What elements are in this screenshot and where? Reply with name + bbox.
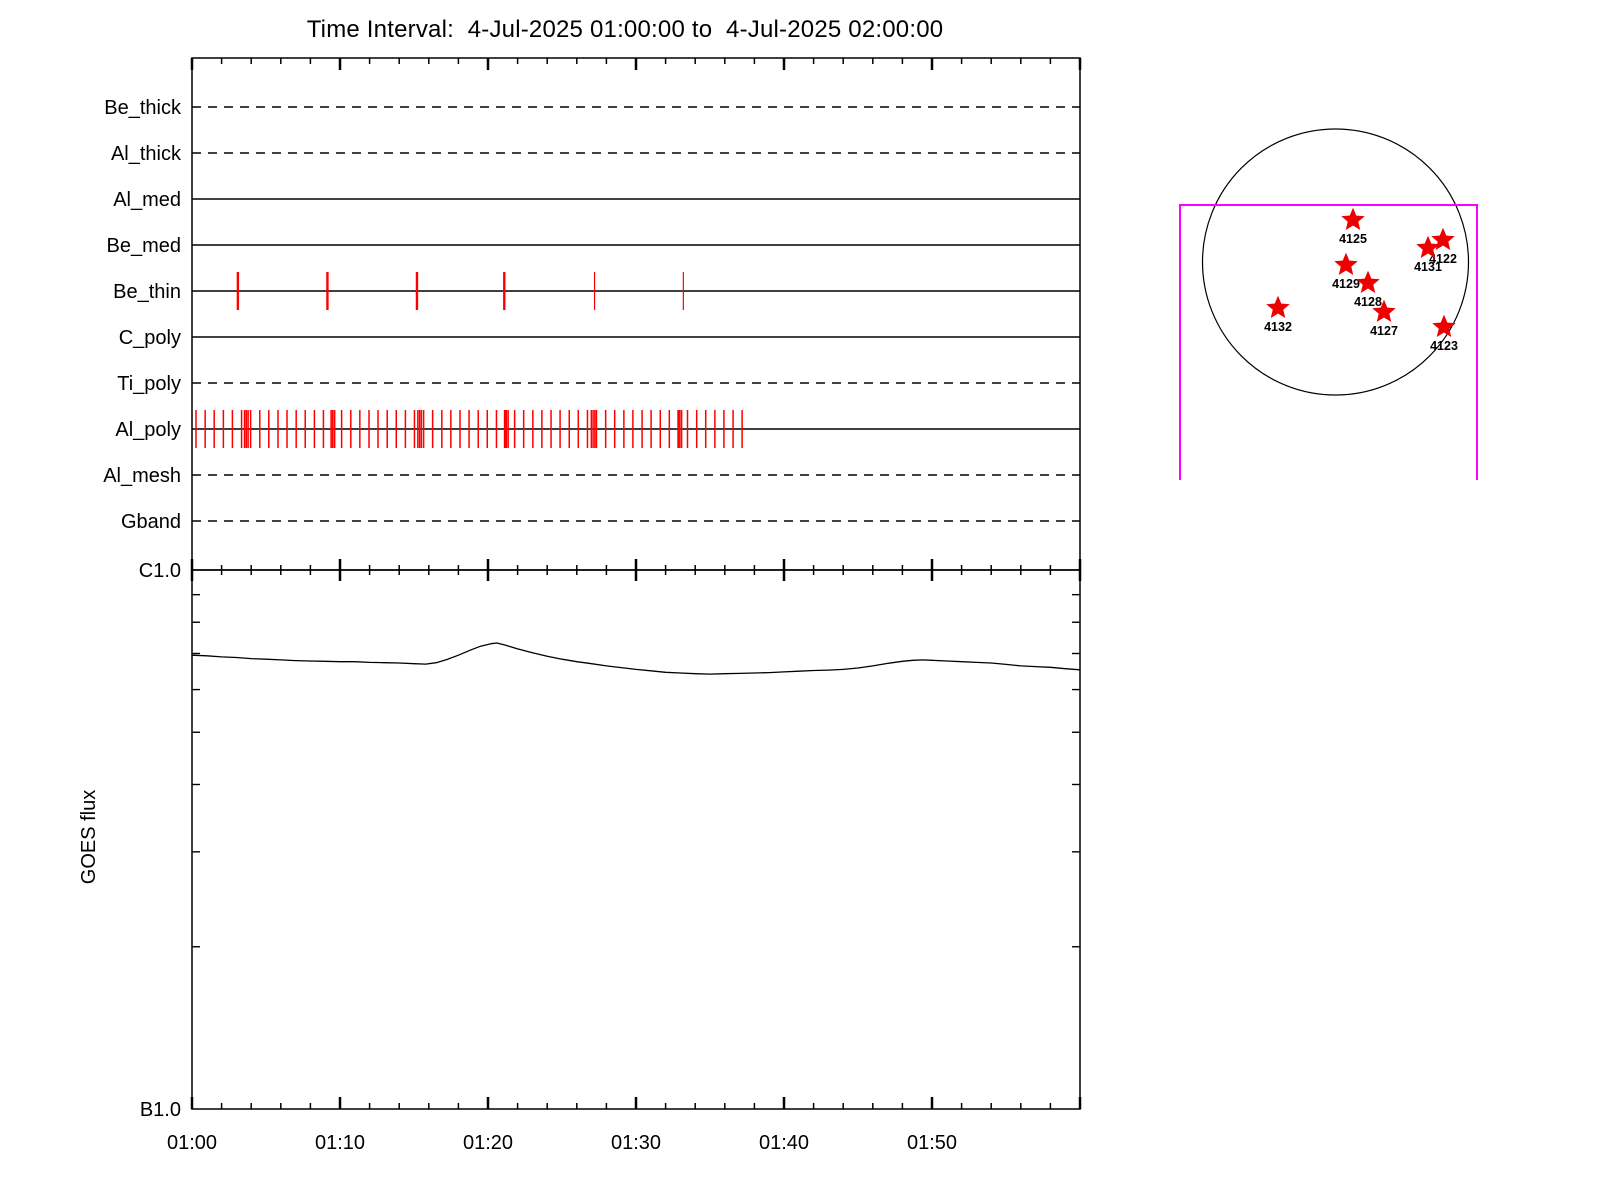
x-axis-label: 01:10 — [315, 1132, 365, 1154]
x-axis-label: 01:20 — [463, 1132, 513, 1154]
filter-row-al_thick: Al_thick — [111, 143, 1080, 165]
active-region-4129: 4129 — [1332, 252, 1360, 291]
filter-timeline-panel: Be_thick Al_thick Al_med Be_med Be_thin C_pol… — [103, 57, 1082, 581]
filter-row-label: Al_thick — [111, 143, 182, 165]
active-region-label: 4131 — [1414, 260, 1442, 274]
y-axis-bottom-label: B1.0 — [140, 1099, 181, 1121]
active-region-label: 4123 — [1430, 339, 1458, 353]
goes-flux-curve — [191, 642, 1081, 675]
star-marker — [1432, 314, 1456, 337]
filter-row-label: Gband — [121, 511, 181, 533]
filter-row-label: Ti_poly — [117, 373, 181, 395]
filter-row-label: Be_thick — [104, 97, 182, 119]
plot-canvas: Be_thick Al_thick Al_med Be_med Be_thin C_pol… — [78, 57, 1478, 1154]
y-axis-title: GOES flux — [78, 790, 100, 884]
star-marker — [1341, 207, 1365, 230]
x-axis-label: 01:00 — [167, 1132, 217, 1154]
active-region-label: 4129 — [1332, 277, 1360, 291]
filter-panel-frame — [191, 57, 1081, 571]
active-region-4132: 4132 — [1264, 295, 1292, 334]
filter-row-al_mesh: Al_mesh — [103, 465, 1080, 487]
page-title: Time Interval: 4-Jul-2025 01:00:00 to 4-… — [306, 16, 944, 43]
filter-row-c_poly: C_poly — [119, 327, 1080, 349]
active-region-4125: 4125 — [1339, 207, 1367, 246]
goes-panel-frame — [191, 569, 1081, 1110]
filter-row-label: Al_med — [113, 189, 181, 211]
filter-row-label: Be_thin — [113, 281, 181, 303]
solar-disk-map: 412541224131412941284132 41274123 — [1179, 128, 1478, 480]
x-axis-label: 01:30 — [611, 1132, 661, 1154]
active-region-label: 4132 — [1264, 320, 1292, 334]
active-region-label: 4127 — [1370, 324, 1398, 338]
x-axis-label: 01:40 — [759, 1132, 809, 1154]
x-axis-label: 01:50 — [907, 1132, 957, 1154]
filter-row-al_med: Al_med — [113, 189, 1080, 211]
filter-row-be_med: Be_med — [107, 235, 1080, 257]
screenshot-root: Time Interval: 4-Jul-2025 01:00:00 to 4-… — [0, 0, 1600, 1200]
filter-row-label: C_poly — [119, 327, 181, 349]
active-region-label: 4128 — [1354, 295, 1382, 309]
star-marker — [1356, 270, 1380, 293]
filter-row-label: Al_mesh — [103, 465, 181, 487]
filter-row-label: Al_poly — [115, 419, 181, 441]
y-axis-top-label: C1.0 — [139, 560, 181, 582]
active-region-label: 4125 — [1339, 232, 1367, 246]
filter-row-label: Be_med — [107, 235, 182, 257]
star-marker — [1334, 252, 1358, 275]
filter-row-gband: Gband — [121, 511, 1080, 533]
filter-row-be_thin: Be_thin — [113, 272, 1080, 310]
filter-row-al_poly: Al_poly — [115, 410, 1080, 448]
goes-flux-panel: 01:00 01:10 01:20 01:30 01:40 01:50 C1.0 B1.0 GO… — [78, 560, 1082, 1154]
filter-row-be_thick: Be_thick — [104, 97, 1080, 119]
filter-row-ti_poly: Ti_poly — [117, 373, 1080, 395]
star-marker — [1266, 295, 1290, 318]
